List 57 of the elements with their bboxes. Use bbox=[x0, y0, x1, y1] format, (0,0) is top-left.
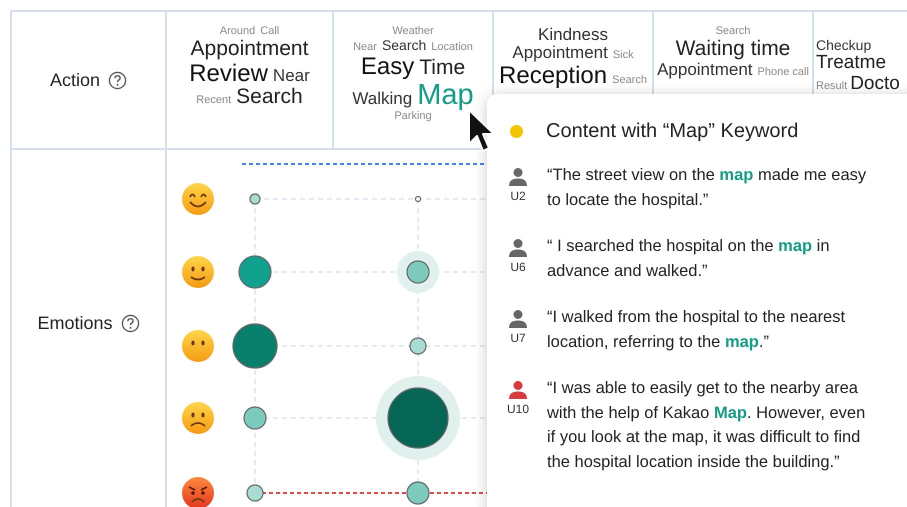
user-id: U6 bbox=[510, 260, 526, 274]
cloud-word: Sick bbox=[612, 50, 634, 62]
cloud-word: Checkup bbox=[816, 38, 872, 54]
cloud-word: Phone call bbox=[758, 66, 809, 78]
grinning-face-icon bbox=[182, 183, 214, 215]
quote-text: “I walked from the hospital to the nearest location, referring to the map.” bbox=[547, 307, 846, 352]
bubble[interactable] bbox=[406, 481, 430, 505]
highlighted-bubble[interactable] bbox=[376, 376, 460, 460]
cloud-word: Kindness bbox=[538, 26, 608, 44]
cloud-word: Easy bbox=[360, 54, 414, 80]
user-id: U2 bbox=[510, 189, 526, 203]
cloud-word: Walking bbox=[352, 90, 412, 108]
help-icon[interactable] bbox=[108, 70, 128, 90]
row-label: Emotions bbox=[37, 313, 113, 334]
cloud-word: Search bbox=[612, 74, 647, 87]
frowning-face-icon bbox=[182, 402, 214, 434]
help-icon[interactable] bbox=[120, 314, 140, 333]
cloud-word: Call bbox=[260, 26, 280, 38]
popup-title: Content with “Map” Keyword bbox=[546, 120, 798, 143]
cloud-word: Near bbox=[353, 42, 377, 54]
user-id: U7 bbox=[510, 331, 526, 345]
cloud-word: Result bbox=[816, 80, 848, 92]
highlighted-bubble[interactable] bbox=[397, 251, 439, 293]
bubble[interactable] bbox=[238, 255, 272, 289]
quote-text: “ I searched the hospital on the map in advance and walked.” bbox=[547, 236, 831, 282]
cloud-word: Time bbox=[419, 56, 466, 80]
cloud-word: Appointment bbox=[512, 44, 608, 63]
keyword-link[interactable]: Map bbox=[417, 80, 474, 111]
cloud-word: Appointment bbox=[657, 60, 753, 79]
quote-text: “The street view on the map made me easy to locate the hospital.” bbox=[547, 165, 868, 210]
cloud-word: Near bbox=[272, 66, 310, 85]
cloud-word: Appointment bbox=[190, 38, 308, 61]
cloud-word: Weather bbox=[392, 26, 434, 38]
bubble[interactable] bbox=[246, 484, 264, 502]
neutral-face-icon bbox=[182, 330, 214, 362]
row-label: Action bbox=[50, 70, 100, 90]
cloud-word: Waiting time bbox=[676, 38, 790, 61]
cloud-word: Search bbox=[382, 38, 426, 53]
bubble[interactable] bbox=[409, 337, 427, 355]
bubble[interactable] bbox=[243, 406, 267, 430]
cloud-word: Treatme bbox=[816, 53, 886, 74]
cloud-word: Recent bbox=[196, 95, 232, 108]
cloud-word: Docto bbox=[850, 74, 900, 94]
cloud-word: Search bbox=[236, 86, 303, 110]
cloud-word: Parking bbox=[394, 110, 432, 123]
cloud-word: Location bbox=[431, 42, 473, 54]
cloud-word: Review bbox=[189, 60, 268, 86]
cloud-word: Around bbox=[220, 26, 256, 38]
angry-face-icon bbox=[182, 477, 214, 507]
cloud-word: Reception bbox=[499, 62, 608, 89]
user-id: U10 bbox=[507, 402, 530, 416]
bubble[interactable] bbox=[414, 196, 422, 202]
bubble[interactable] bbox=[249, 193, 261, 205]
quote-text: “I was able to easily get to the nearby area with the help of Kakao Map. However, even if you look at the map, it was difficult to find the hospital location inside the building.” bbox=[547, 378, 866, 472]
smiling-face-icon bbox=[182, 256, 214, 288]
bubble[interactable] bbox=[232, 323, 278, 369]
cloud-word: Search bbox=[716, 26, 750, 38]
